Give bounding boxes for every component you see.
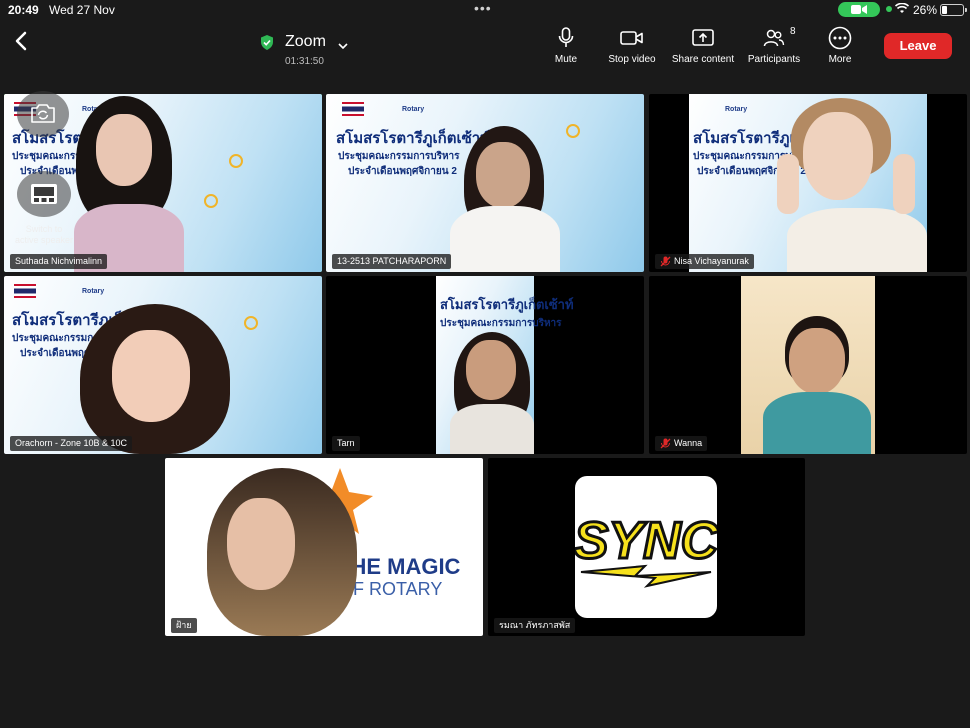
- participant-video: [444, 124, 564, 272]
- banner-thai-subtitle: ประชุมคณะกรรมการบริหาร: [338, 151, 460, 162]
- status-bar: 20:49 Wed 27 Nov ••• 26%: [0, 0, 970, 20]
- participant-name-tag: Wanna: [655, 436, 708, 451]
- switch-speaker-label: Switch to active speaker: [14, 224, 74, 245]
- battery-percent: 26%: [913, 3, 938, 17]
- video-tile-nisa[interactable]: Rotary สโมสรโรตารีภูเก็ตเซ้าท์ ประชุมคณะ…: [649, 94, 967, 272]
- video-tile-romana[interactable]: SYNC รมณา ภัทรภาสพัส: [488, 458, 805, 636]
- rotary-wheel-icon: [244, 316, 258, 330]
- participant-video: [201, 468, 357, 636]
- participant-name-tag: ฝ้าย: [171, 618, 197, 633]
- microphone-icon: [548, 26, 584, 50]
- participant-name-tag: Tarn: [332, 436, 360, 451]
- shield-icon: [260, 35, 274, 55]
- participant-name-tag: Orachorn - Zone 10B & 10C: [10, 436, 133, 451]
- participants-label: Participants: [747, 54, 801, 65]
- multitasking-dots-icon[interactable]: •••: [474, 0, 492, 16]
- more-label: More: [828, 54, 852, 65]
- rotary-text: Rotary: [82, 288, 105, 295]
- participant-name-tag: Suthada Nichvimalinn: [10, 254, 108, 269]
- wifi-icon: [894, 2, 910, 17]
- muted-microphone-icon: [660, 438, 671, 449]
- sync-lightning-logo-icon: SYNC: [572, 511, 721, 588]
- mute-button[interactable]: Mute: [548, 26, 584, 66]
- participant-video: [66, 304, 246, 454]
- camera-flip-icon: [31, 104, 55, 123]
- rotary-wheel-icon: [566, 124, 580, 138]
- status-date: Wed 27 Nov: [49, 3, 115, 17]
- participant-video: [777, 98, 927, 272]
- participant-name: Orachorn - Zone 10B & 10C: [15, 438, 128, 448]
- banner-thai-subtitle: ประชุมคณะกรรมการบริหาร: [440, 318, 562, 329]
- back-chevron-icon[interactable]: [14, 30, 34, 52]
- video-tile-fai[interactable]: THE MAGIC OF ROTARY ฝ้าย: [165, 458, 483, 636]
- mute-label: Mute: [554, 54, 578, 65]
- meeting-info-button[interactable]: Zoom 01:31:50: [258, 30, 358, 70]
- participant-name-tag: รมณา ภัทรภาสพัส: [494, 618, 576, 633]
- video-tile-tarn[interactable]: สโมสรโรตารีภูเก็ตเซ้าท์ ประชุมคณะกรรมการ…: [326, 276, 644, 454]
- participant-video: [759, 316, 871, 454]
- video-tile-patcharaporn[interactable]: Rotary สโมสรโรตารีภูเก็ตเซ้าท์ ประชุมคณะ…: [326, 94, 644, 272]
- switch-camera-button[interactable]: [17, 91, 69, 137]
- participant-name: Tarn: [337, 438, 355, 448]
- banner-thai-title: สโมสรโรตารีภูเก็ตเซ้าท์: [440, 297, 574, 312]
- participant-name: Wanna: [674, 438, 703, 448]
- participant-avatar: SYNC: [572, 476, 721, 618]
- participants-button[interactable]: 8 Participants: [743, 26, 805, 66]
- rotary-wheel-icon: [204, 194, 218, 208]
- video-tile-orachorn[interactable]: Rotary สโมสรโรตารีภูเก็ตเซ้าท์ ประชุมคณะ…: [4, 276, 322, 454]
- more-dots-icon: [824, 26, 856, 50]
- muted-microphone-icon: [660, 256, 671, 267]
- camera-indicator-dot: [886, 6, 892, 12]
- participant-name: รมณา ภัทรภาสพัส: [499, 620, 571, 630]
- stop-video-label: Stop video: [608, 54, 656, 65]
- participant-video: [74, 94, 184, 272]
- participants-count: 8: [790, 26, 796, 37]
- stop-video-button[interactable]: Stop video: [602, 26, 662, 66]
- share-content-label: Share content: [671, 54, 735, 65]
- participant-name-tag: Nisa Vichayanurak: [655, 254, 754, 269]
- battery-icon: [940, 4, 967, 16]
- share-screen-icon: [667, 26, 739, 50]
- participant-name-tag: 13-2513 PATCHARAPORN: [332, 254, 452, 269]
- more-button[interactable]: More: [824, 26, 856, 66]
- rotary-wheel-icon: [229, 154, 243, 168]
- thai-flag-icon: [14, 284, 36, 298]
- participant-name: 13-2513 PATCHARAPORN: [337, 256, 447, 266]
- active-speaker-view-icon: [31, 184, 57, 204]
- rotary-text: Rotary: [402, 106, 425, 113]
- sync-logo-text: SYNC: [575, 512, 717, 570]
- camera-in-use-icon: [838, 2, 880, 17]
- participant-name: Nisa Vichayanurak: [674, 256, 749, 266]
- video-tile-wanna[interactable]: Wanna: [649, 276, 967, 454]
- meeting-title: Zoom: [285, 33, 326, 50]
- share-content-button[interactable]: Share content: [667, 26, 739, 66]
- banner-thai-month: ประจำเดือนพฤศจิกายน 2: [348, 166, 457, 177]
- leave-button[interactable]: Leave: [884, 33, 952, 59]
- participant-name: ฝ้าย: [176, 620, 192, 630]
- status-time: 20:49: [8, 3, 39, 17]
- participant-name: Suthada Nichvimalinn: [15, 256, 103, 266]
- chevron-down-icon: [338, 37, 348, 55]
- rotary-text: Rotary: [725, 106, 748, 113]
- participant-video: [450, 332, 534, 454]
- thai-flag-icon: [342, 102, 364, 116]
- meeting-timer: 01:31:50: [285, 56, 324, 67]
- video-camera-icon: [602, 26, 662, 50]
- switch-to-active-speaker-button[interactable]: [17, 171, 71, 217]
